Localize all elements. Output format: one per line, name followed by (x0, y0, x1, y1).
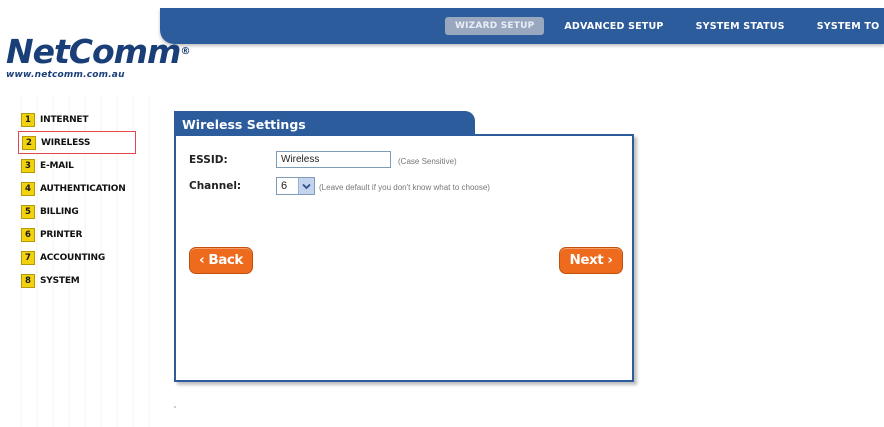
logo-brand-text: NetComm (6, 32, 181, 71)
logo-url: www.netcomm.com.au (6, 70, 125, 80)
channel-selected-value: 6 (281, 180, 288, 192)
sidebar-item-label: WIRELESS (41, 137, 91, 148)
netcomm-logo: NetComm® www.netcomm.com.au (6, 34, 190, 94)
wizard-steps-menu: 1 INTERNET 2 WIRELESS 3 E-MAIL 4 AUTHENT… (18, 108, 136, 292)
back-button[interactable]: ‹ Back (189, 247, 253, 274)
logo-brand: NetComm® (6, 34, 190, 70)
sidebar-item-accounting[interactable]: 7 ACCOUNTING (18, 246, 136, 269)
tab-system-tools[interactable]: SYSTEM TO (817, 21, 880, 32)
sidebar-item-label: AUTHENTICATION (40, 183, 126, 194)
top-nav-bar: WIZARD SETUP ADVANCED SETUP SYSTEM STATU… (160, 8, 884, 44)
registered-mark: ® (180, 46, 190, 57)
sidebar-item-wireless[interactable]: 2 WIRELESS (18, 131, 136, 154)
channel-hint: (Leave default if you don't know what to… (319, 183, 490, 192)
sidebar-item-label: E-MAIL (40, 160, 74, 171)
next-button[interactable]: Next › (559, 247, 623, 274)
sidebar-item-authentication[interactable]: 4 AUTHENTICATION (18, 177, 136, 200)
wireless-settings-panel: ESSID: Wireless (Case Sensitive) Channel… (174, 134, 634, 382)
step-number-badge: 8 (21, 273, 35, 288)
sidebar-item-label: PRINTER (40, 229, 83, 240)
sidebar-item-printer[interactable]: 6 PRINTER (18, 223, 136, 246)
sidebar-item-label: BILLING (40, 206, 79, 217)
step-number-badge: 1 (21, 112, 35, 127)
sidebar-item-internet[interactable]: 1 INTERNET (18, 108, 136, 131)
channel-label: Channel: (189, 180, 242, 192)
step-number-badge: 5 (21, 204, 35, 219)
tab-advanced-setup[interactable]: ADVANCED SETUP (564, 21, 663, 32)
divider-dot (174, 406, 176, 408)
step-number-badge: 6 (21, 227, 35, 242)
chevron-down-icon[interactable] (298, 178, 314, 194)
channel-select[interactable]: 6 (276, 177, 315, 195)
panel-title: Wireless Settings (174, 111, 475, 136)
sidebar-item-label: SYSTEM (40, 275, 80, 286)
tab-wizard-setup[interactable]: WIZARD SETUP (445, 17, 545, 35)
essid-input[interactable]: Wireless (276, 151, 391, 168)
top-nav-tabs: WIZARD SETUP ADVANCED SETUP SYSTEM STATU… (445, 8, 884, 44)
step-number-badge: 3 (21, 158, 35, 173)
page: WIZARD SETUP ADVANCED SETUP SYSTEM STATU… (0, 0, 884, 427)
sidebar-item-system[interactable]: 8 SYSTEM (18, 269, 136, 292)
sidebar-item-billing[interactable]: 5 BILLING (18, 200, 136, 223)
sidebar-item-label: ACCOUNTING (40, 252, 106, 263)
essid-hint: (Case Sensitive) (398, 157, 457, 166)
essid-label: ESSID: (189, 154, 228, 166)
step-number-badge: 4 (21, 181, 35, 196)
step-number-badge: 2 (22, 135, 36, 150)
sidebar-item-email[interactable]: 3 E-MAIL (18, 154, 136, 177)
step-number-badge: 7 (21, 250, 35, 265)
tab-system-status[interactable]: SYSTEM STATUS (696, 21, 785, 32)
sidebar-item-label: INTERNET (40, 114, 89, 125)
